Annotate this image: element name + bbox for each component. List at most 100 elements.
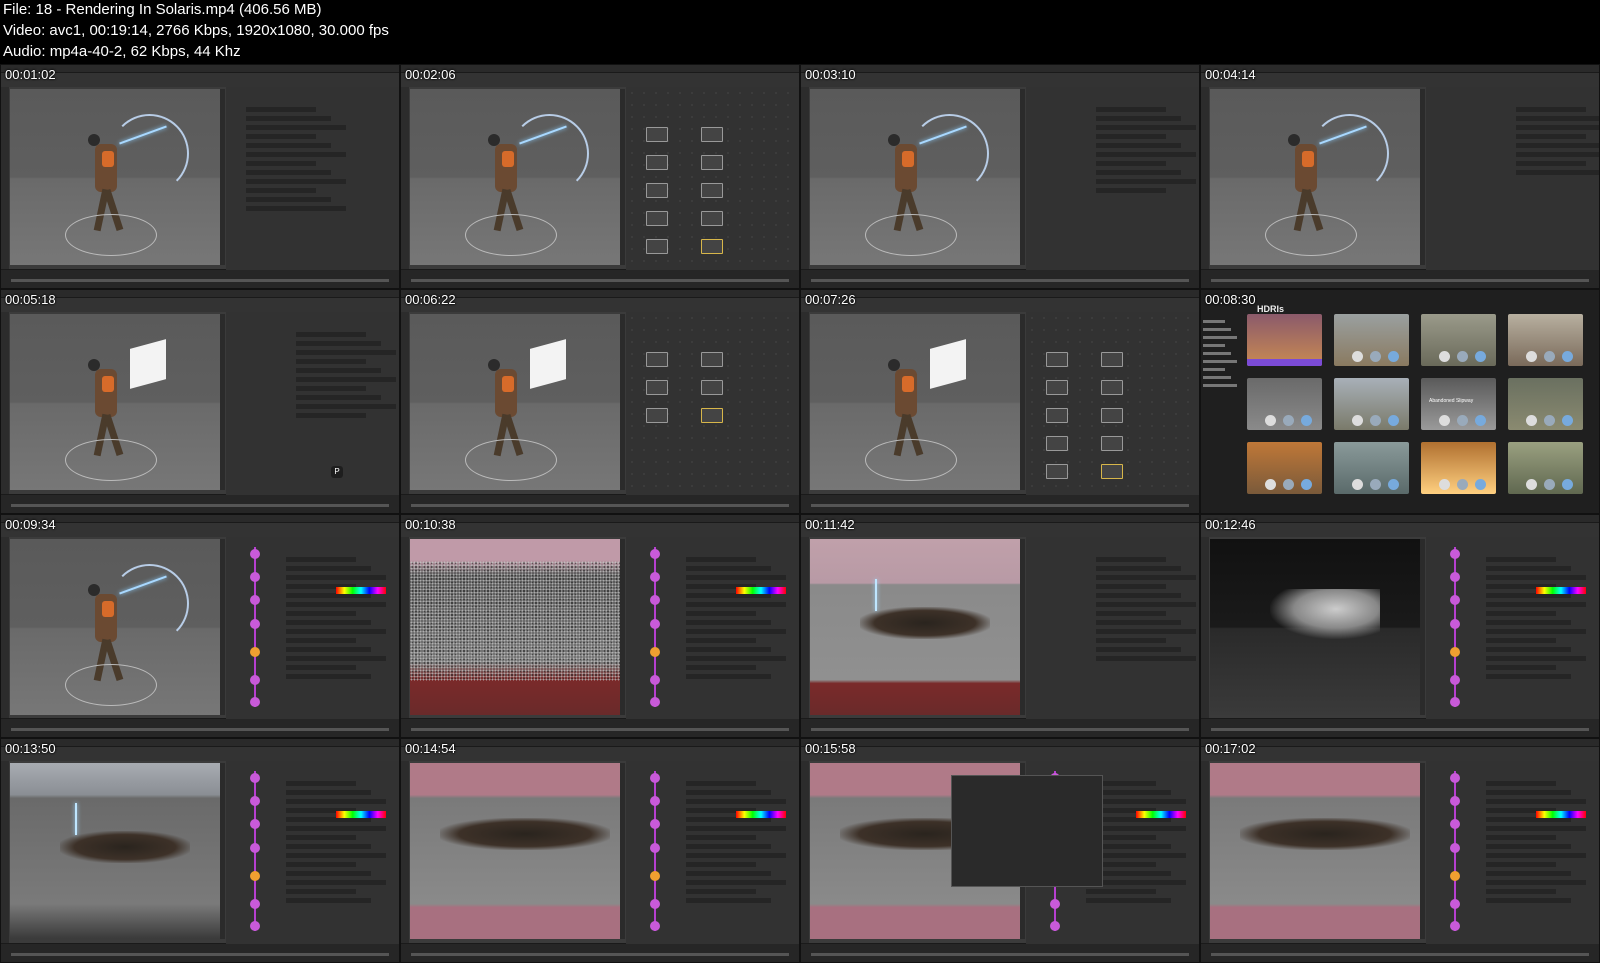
network-node[interactable] xyxy=(1101,435,1123,451)
parameter-field[interactable] xyxy=(686,862,756,868)
menu-bar[interactable] xyxy=(1201,739,1599,748)
parameter-field[interactable] xyxy=(296,340,381,346)
thumbnail-9[interactable]: 00:09:34 xyxy=(0,513,400,739)
parameter-field[interactable] xyxy=(686,610,756,616)
left-tool-shelf[interactable] xyxy=(1,87,9,270)
parameter-field[interactable] xyxy=(686,565,771,571)
parameter-field[interactable] xyxy=(1486,655,1586,661)
playbar[interactable] xyxy=(1,268,399,288)
lop-node[interactable] xyxy=(650,773,660,784)
parameter-field[interactable] xyxy=(286,637,356,643)
network-node[interactable] xyxy=(1046,351,1068,367)
parameter-field[interactable] xyxy=(686,826,786,832)
lop-node[interactable] xyxy=(650,921,660,932)
category-item[interactable] xyxy=(1203,375,1231,379)
network-node[interactable] xyxy=(646,379,668,395)
timeline-track[interactable] xyxy=(1211,953,1589,956)
playbar[interactable] xyxy=(801,493,1199,513)
toolbar[interactable] xyxy=(401,73,799,87)
viewport-side-toolbar[interactable] xyxy=(1420,763,1425,940)
parameter-field[interactable] xyxy=(286,619,371,625)
timeline-track[interactable] xyxy=(11,953,389,956)
lop-node[interactable] xyxy=(250,571,260,582)
playbar[interactable] xyxy=(1,943,399,962)
parameter-field[interactable] xyxy=(286,673,371,679)
thumbnail-12[interactable]: 00:12:46 xyxy=(1200,513,1600,739)
parameter-field[interactable] xyxy=(1486,790,1571,796)
left-tool-shelf[interactable] xyxy=(1,761,9,944)
category-item[interactable] xyxy=(1203,319,1225,323)
viewport-side-toolbar[interactable] xyxy=(220,89,225,265)
parameter-field[interactable] xyxy=(686,835,756,841)
parameter-field[interactable] xyxy=(1486,835,1556,841)
network-node[interactable] xyxy=(701,407,723,423)
menu-bar[interactable] xyxy=(801,65,1199,73)
lop-node[interactable] xyxy=(1450,646,1460,657)
toolbar[interactable] xyxy=(1,522,399,537)
lop-node[interactable] xyxy=(250,819,260,830)
left-tool-shelf[interactable] xyxy=(401,536,409,720)
parameter-field[interactable] xyxy=(1486,673,1571,679)
parameter-field[interactable] xyxy=(1486,610,1556,616)
parameter-field[interactable] xyxy=(246,161,316,166)
viewport[interactable] xyxy=(810,89,1020,265)
parameter-field[interactable] xyxy=(1096,116,1181,121)
viewport[interactable] xyxy=(810,538,1020,715)
parameter-field[interactable] xyxy=(1486,844,1571,850)
network-node[interactable] xyxy=(1046,379,1068,395)
network-node[interactable] xyxy=(646,239,668,254)
parameter-field[interactable] xyxy=(1486,853,1586,859)
file-dialog[interactable] xyxy=(951,775,1103,888)
left-tool-shelf[interactable] xyxy=(801,311,809,495)
parameter-field[interactable] xyxy=(1516,161,1586,166)
hdri-card[interactable] xyxy=(1508,377,1583,430)
parameter-field[interactable] xyxy=(686,646,771,652)
network-node[interactable] xyxy=(701,379,723,395)
timeline-track[interactable] xyxy=(811,728,1189,732)
parameter-field[interactable] xyxy=(296,331,366,337)
viewport-side-toolbar[interactable] xyxy=(1420,538,1425,715)
lop-node[interactable] xyxy=(250,618,260,629)
category-item[interactable] xyxy=(1203,335,1237,339)
network-node[interactable] xyxy=(1101,407,1123,423)
parameter-field[interactable] xyxy=(296,412,366,418)
color-ramp[interactable] xyxy=(1536,586,1586,594)
parameter-field[interactable] xyxy=(1486,628,1586,634)
left-tool-shelf[interactable] xyxy=(1201,761,1209,944)
network-panel[interactable] xyxy=(226,87,399,270)
lop-node[interactable] xyxy=(250,843,260,854)
menu-bar[interactable] xyxy=(401,739,799,748)
network-node[interactable] xyxy=(1101,351,1123,367)
parameter-field[interactable] xyxy=(1086,898,1171,904)
lop-node[interactable] xyxy=(1450,594,1460,605)
lop-node[interactable] xyxy=(650,696,660,707)
parameter-field[interactable] xyxy=(1516,143,1599,148)
parameter-field[interactable] xyxy=(1486,664,1556,670)
parameter-field[interactable] xyxy=(686,574,786,580)
thumbnail-6[interactable]: 00:06:22 xyxy=(400,288,800,514)
parameter-field[interactable] xyxy=(286,880,386,886)
left-tool-shelf[interactable] xyxy=(801,536,809,720)
parameter-field[interactable] xyxy=(1096,170,1181,175)
viewport-side-toolbar[interactable] xyxy=(620,89,625,265)
parameter-field[interactable] xyxy=(246,143,331,148)
parameter-field[interactable] xyxy=(1096,628,1196,634)
lop-node[interactable] xyxy=(650,594,660,605)
lop-node[interactable] xyxy=(250,796,260,807)
viewport-side-toolbar[interactable] xyxy=(1020,313,1025,490)
thumbnail-7[interactable]: 00:07:26 xyxy=(800,288,1200,514)
parameter-field[interactable] xyxy=(246,170,331,175)
left-tool-shelf[interactable] xyxy=(401,761,409,944)
timeline-track[interactable] xyxy=(11,503,389,507)
parameter-field[interactable] xyxy=(1486,880,1586,886)
parameter-field[interactable] xyxy=(1096,610,1166,616)
network-node[interactable] xyxy=(646,211,668,226)
parameter-field[interactable] xyxy=(286,844,371,850)
parameter-field[interactable] xyxy=(1516,152,1599,157)
network-node[interactable] xyxy=(1046,435,1068,451)
thumbnail-10[interactable]: 00:10:38 xyxy=(400,513,800,739)
menu-bar[interactable] xyxy=(1201,65,1599,73)
parameter-field[interactable] xyxy=(1096,583,1166,589)
timeline-track[interactable] xyxy=(811,503,1189,507)
hdri-card[interactable] xyxy=(1508,441,1583,494)
